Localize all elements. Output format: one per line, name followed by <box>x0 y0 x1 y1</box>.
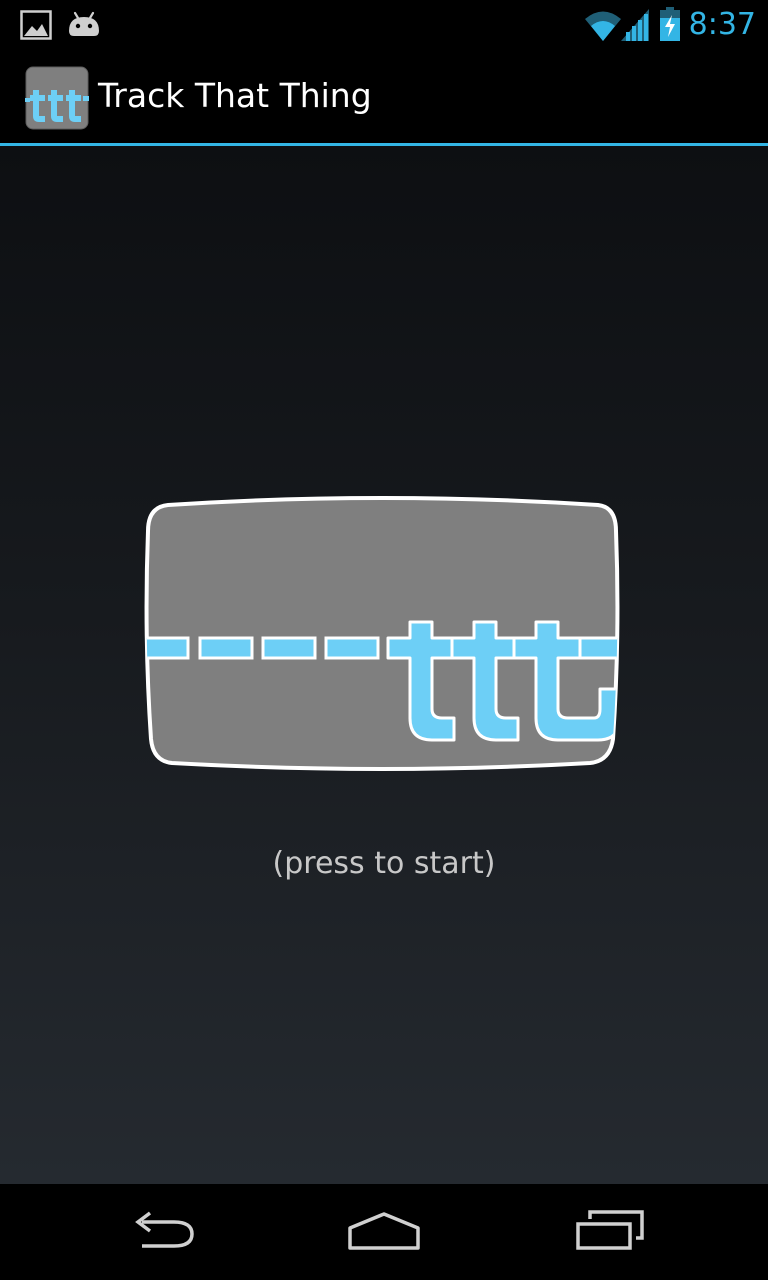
status-time: 8:37 <box>688 7 756 42</box>
navigation-bar <box>0 1184 768 1280</box>
wifi-icon <box>585 11 621 41</box>
android-icon <box>69 11 99 36</box>
gallery-icon <box>20 10 52 40</box>
battery-charging-icon <box>660 7 680 41</box>
action-bar: Track That Thing <box>0 50 768 146</box>
recent-apps-icon[interactable] <box>562 1202 658 1262</box>
ttt-logo-button[interactable] <box>138 491 628 781</box>
cell-signal-icon <box>621 9 649 41</box>
app-icon[interactable] <box>25 66 89 130</box>
press-to-start-hint[interactable]: (press to start) <box>0 844 768 884</box>
app-title: Track That Thing <box>98 76 372 115</box>
home-icon[interactable] <box>336 1202 432 1262</box>
status-bar: 8:37 <box>0 0 768 50</box>
back-icon[interactable] <box>112 1202 208 1262</box>
main-content: (press to start) <box>0 146 768 1184</box>
